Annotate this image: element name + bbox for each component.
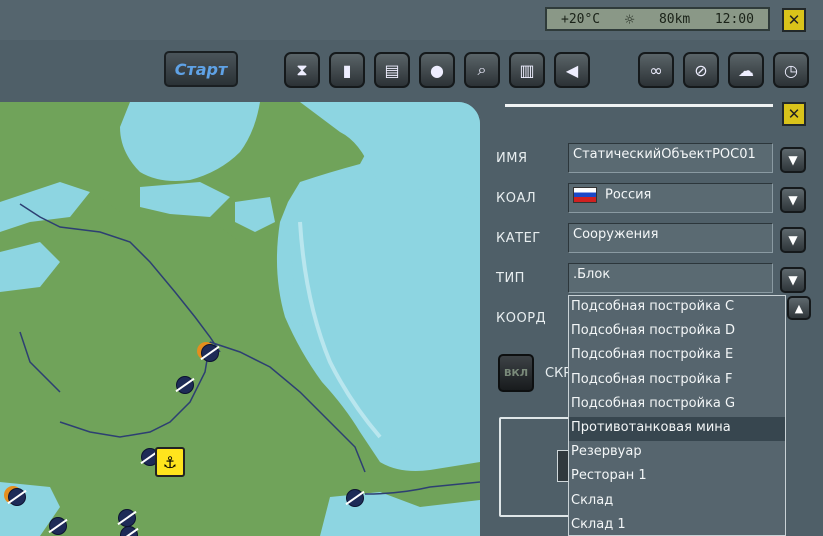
list-item[interactable]: Ресторан 1	[569, 465, 785, 489]
chevron-up-icon: ▲	[794, 301, 804, 315]
category-dropdown-button[interactable]: ▼	[780, 227, 806, 253]
time-readout: 12:00	[714, 11, 754, 27]
binoculars-button[interactable]: ∞	[638, 52, 674, 88]
weather-icon: ☁	[738, 60, 754, 80]
chevron-down-icon: ▼	[788, 193, 798, 207]
list-item[interactable]: Подсобная постройка D	[569, 320, 785, 344]
type-dropdown-button[interactable]: ▼	[780, 267, 806, 293]
map-unit-marker[interactable]	[8, 488, 26, 506]
sun-icon: ☼	[624, 9, 635, 29]
forbidden-button[interactable]: ⊘	[683, 52, 719, 88]
close-icon: ✕	[787, 104, 801, 123]
coalition-dropdown-button[interactable]: ▼	[780, 187, 806, 213]
document-button[interactable]: ▤	[374, 52, 410, 88]
name-dropdown-button[interactable]: ▼	[780, 147, 806, 173]
list-item[interactable]: Резервуар	[569, 441, 785, 465]
list-item[interactable]: Склад	[569, 490, 785, 514]
chevron-down-icon: ▼	[788, 153, 798, 167]
briefing-button[interactable]: ●	[419, 52, 455, 88]
inspect-button[interactable]: ⌕	[464, 52, 500, 88]
list-item-selected[interactable]: Противотанковая мина	[569, 416, 785, 442]
list-scroll-up-button[interactable]: ▲	[787, 296, 811, 320]
hourglass-icon: ⧗	[296, 60, 308, 79]
map-unit-marker[interactable]	[201, 344, 219, 362]
top-status-bar: +20°C ☼ 80km 12:00 ✕	[0, 0, 823, 41]
binoculars-icon: ∞	[649, 60, 663, 80]
sound-button[interactable]: ◀	[554, 52, 590, 88]
book-icon: ▥	[519, 60, 535, 80]
start-button[interactable]: Старт	[164, 51, 238, 87]
close-window-button[interactable]: ✕	[782, 8, 806, 32]
list-item[interactable]: Подсобная постройка C	[569, 296, 785, 320]
clock-button[interactable]: ◷	[773, 52, 809, 88]
document-icon: ▤	[384, 60, 400, 80]
preview-frame	[499, 417, 579, 517]
list-item[interactable]: Подсобная постройка F	[569, 369, 785, 393]
forbidden-icon: ⊘	[694, 60, 708, 80]
magnifier-doc-icon: ⌕	[477, 60, 487, 79]
type-field[interactable]: .Блок	[568, 263, 773, 293]
category-label: КАТЕГ	[496, 231, 541, 246]
chevron-down-icon: ▼	[788, 273, 798, 287]
status-readout: +20°C ☼ 80km 12:00	[545, 7, 770, 31]
clipboard-button[interactable]: ▮	[329, 52, 365, 88]
selected-object-marker[interactable]: ⚓	[155, 447, 185, 477]
on-button[interactable]: ВКЛ	[498, 354, 534, 392]
anchor-icon: ⚓	[162, 452, 178, 472]
coalition-field[interactable]: Россия	[568, 183, 773, 213]
map-terrain	[0, 102, 480, 536]
map-unit-marker[interactable]	[176, 376, 194, 394]
map-unit-marker[interactable]	[49, 517, 67, 535]
russia-flag-icon	[573, 187, 597, 203]
list-item[interactable]: Склад 1	[569, 514, 785, 535]
speaker-icon: ◀	[565, 60, 579, 80]
coordinates-label: КООРД	[496, 311, 547, 326]
map-view[interactable]: ⚓	[0, 102, 480, 536]
clock-icon: ◷	[784, 60, 798, 80]
temperature-readout: +20°C	[561, 11, 601, 27]
list-item[interactable]: Подсобная постройка E	[569, 344, 785, 368]
name-field[interactable]: СтатическийОбъектРОС01	[568, 143, 773, 173]
list-item[interactable]: Подсобная постройка G	[569, 393, 785, 417]
head-icon: ●	[430, 60, 444, 80]
toolbar: Старт ⧗ ▮ ▤ ● ⌕ ▥ ◀ ∞ ⊘ ☁ ◷	[0, 40, 823, 100]
type-options-list[interactable]: Подсобная постройка C Подсобная постройк…	[568, 295, 786, 536]
name-label: ИМЯ	[496, 151, 528, 166]
encyclopedia-button[interactable]: ▥	[509, 52, 545, 88]
panel-divider	[505, 104, 773, 107]
map-unit-marker[interactable]	[346, 489, 364, 507]
clipboard-icon: ▮	[342, 60, 352, 80]
visibility-readout: 80km	[658, 11, 691, 27]
chevron-down-icon: ▼	[788, 233, 798, 247]
type-label: ТИП	[496, 271, 525, 286]
map-unit-marker[interactable]	[118, 509, 136, 527]
coalition-value: Россия	[605, 187, 652, 203]
close-panel-button[interactable]: ✕	[782, 102, 806, 126]
coalition-label: КОАЛ	[496, 191, 537, 206]
hourglass-button[interactable]: ⧗	[284, 52, 320, 88]
weather-button[interactable]: ☁	[728, 52, 764, 88]
category-field[interactable]: Сооружения	[568, 223, 773, 253]
close-icon: ✕	[787, 10, 801, 29]
